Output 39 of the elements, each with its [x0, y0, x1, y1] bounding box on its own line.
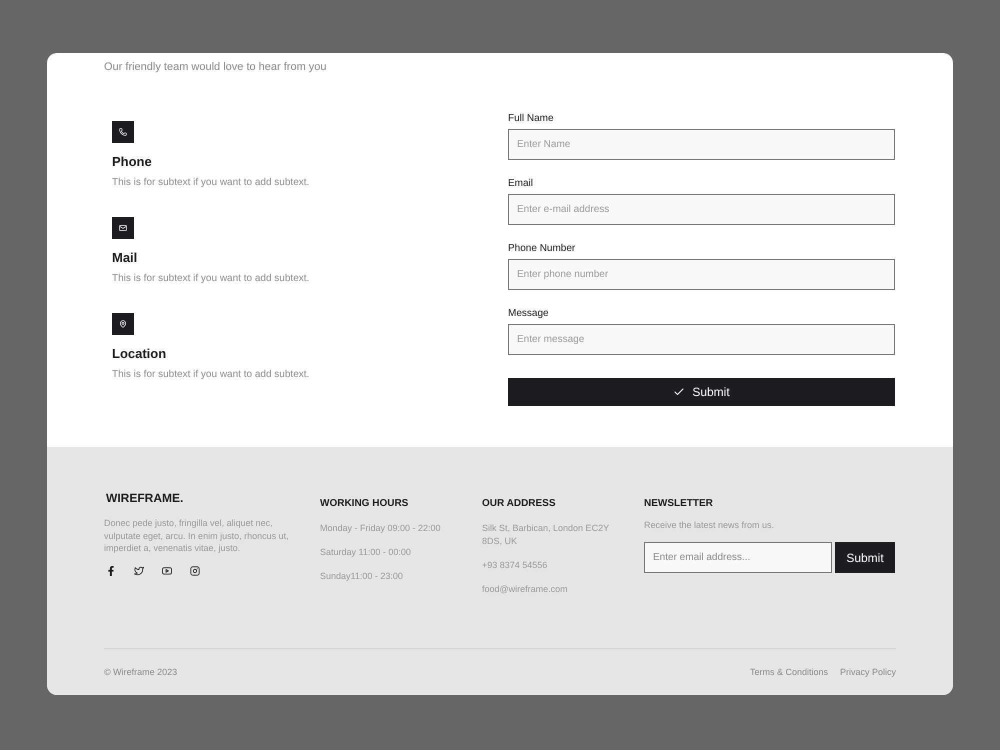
- contact-title: Mail: [112, 250, 138, 266]
- email-input-field[interactable]: Enter email address...: [644, 542, 832, 573]
- input-field[interactable]: Enter phone number: [508, 259, 895, 290]
- contact-subtext: This is for subtext if you want to add subtext.: [112, 176, 310, 190]
- address-text: +93 8374 54556: [482, 559, 548, 572]
- column-heading: NEWSLETTER: [644, 497, 713, 511]
- hours-text: Saturday 11:00 - 00:00: [320, 546, 411, 559]
- check-icon: [673, 386, 686, 398]
- twitter-icon[interactable]: [134, 566, 144, 576]
- field-label: Email: [508, 177, 534, 190]
- subtitle: Our friendly team would love to hear from you: [104, 60, 327, 74]
- contact-subtext: This is for subtext if you want to add subtext.: [112, 272, 310, 286]
- submit-button[interactable]: Submit: [508, 378, 895, 406]
- field-label: Phone Number: [508, 242, 576, 255]
- address-text: Silk St, Barbican, London EC2Y 8DS, UK: [482, 522, 610, 548]
- facebook-icon[interactable]: [106, 566, 116, 576]
- hours-text: Monday - Friday 09:00 - 22:00: [320, 522, 441, 535]
- address-text: food@wireframe.com: [482, 583, 568, 596]
- field-label: Message: [508, 307, 549, 320]
- subscribe-button[interactable]: Submit: [835, 542, 895, 573]
- mail-icon: [112, 217, 134, 239]
- input-field[interactable]: Enter Name: [508, 129, 895, 160]
- column-heading: WORKING HOURS: [320, 497, 408, 511]
- location-pin-icon: [112, 313, 134, 335]
- phone-icon: [112, 121, 134, 143]
- newsletter-text: Receive the latest news from us.: [644, 519, 774, 532]
- field-label: Full Name: [508, 112, 554, 125]
- input-field[interactable]: Enter e-mail address: [508, 194, 895, 225]
- copyright-text: © Wireframe 2023: [104, 666, 178, 679]
- contact-title: Location: [112, 346, 166, 362]
- instagram-icon[interactable]: [190, 566, 200, 576]
- input-field[interactable]: Enter message: [508, 324, 895, 355]
- hours-text: Sunday11:00 - 23:00: [320, 570, 403, 583]
- column-heading: OUR ADDRESS: [482, 497, 556, 511]
- youtube-icon[interactable]: [162, 566, 172, 576]
- brand-description: Donec pede justo, fringilla vel, aliquet nec, vulputate eget, arcu. In enim justo, rhoncus ut, imperdiet a, venenatis vitae, justo.: [104, 517, 290, 554]
- contact-title: Phone: [112, 154, 152, 170]
- brand-logo[interactable]: WIREFRAME.: [106, 491, 184, 505]
- contact-subtext: This is for subtext if you want to add subtext.: [112, 368, 310, 382]
